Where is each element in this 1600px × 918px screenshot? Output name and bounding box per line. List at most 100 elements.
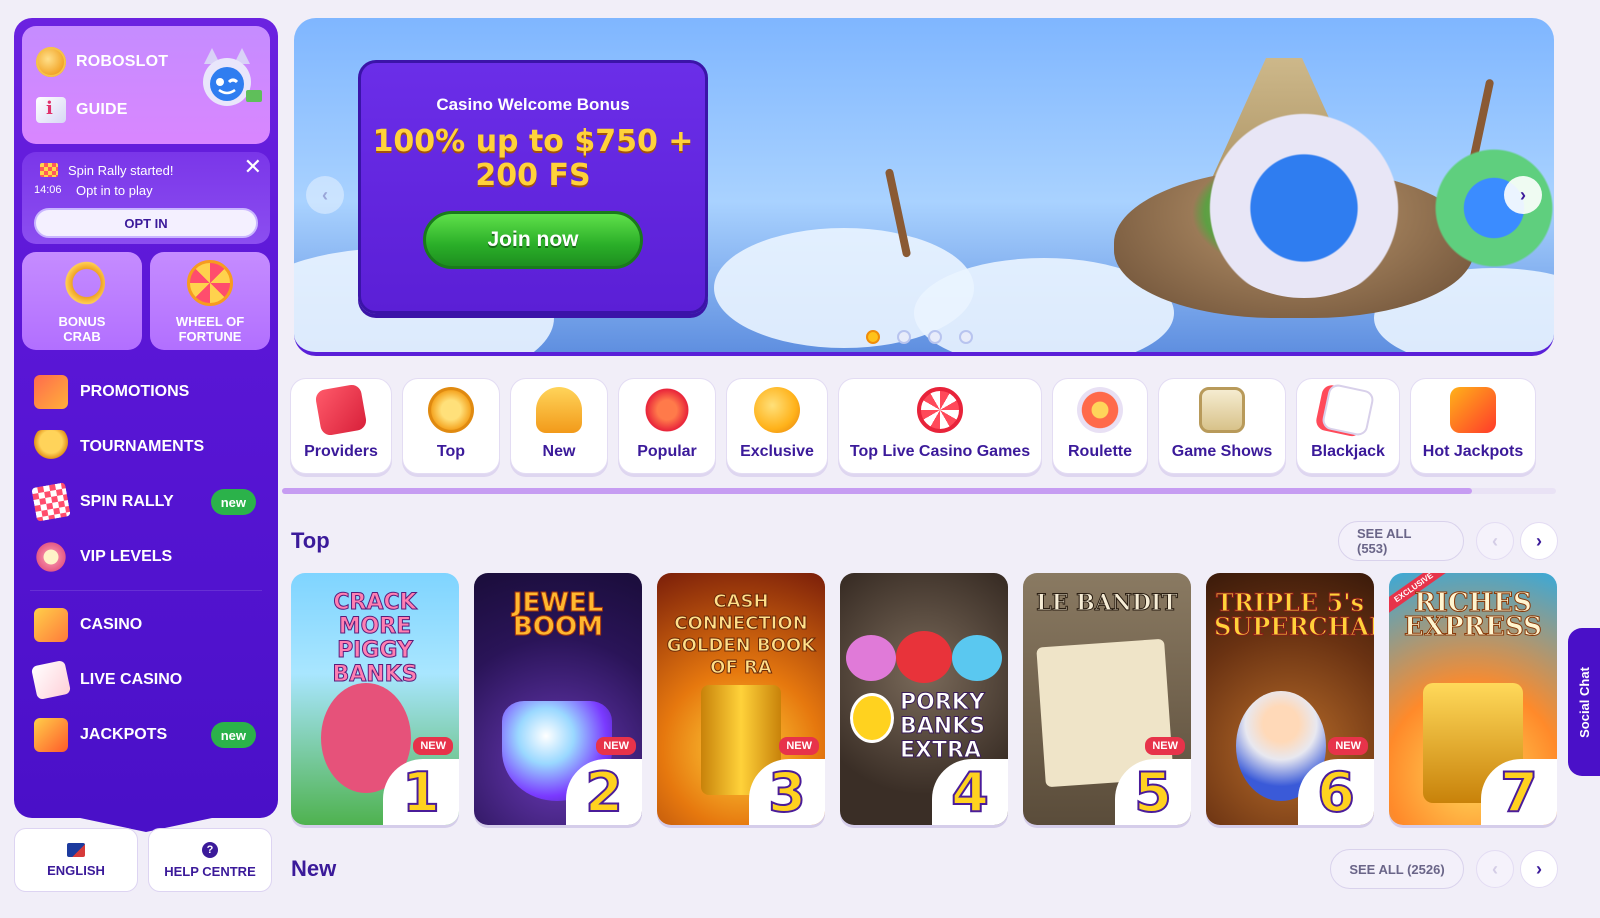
- top-prev-button[interactable]: ‹: [1476, 522, 1514, 560]
- crab-claw-icon: [59, 260, 105, 306]
- game-card[interactable]: CASH CONNECTION GOLDEN BOOK OF RA NEW 3: [657, 573, 825, 825]
- chip-icon: [917, 387, 963, 433]
- cards-icon: [1320, 382, 1376, 438]
- bonus-title-line-1: 100% up to $750 +: [372, 124, 694, 159]
- carousel-dot[interactable]: [928, 330, 942, 344]
- category-scrollbar[interactable]: [282, 488, 1556, 494]
- slot-icon: [1199, 387, 1245, 433]
- pig-art: [846, 635, 896, 681]
- scrollbar-thumb[interactable]: [282, 488, 1472, 494]
- carousel-next-button[interactable]: ›: [1504, 176, 1542, 214]
- see-all-top-button[interactable]: SEE ALL (553): [1338, 521, 1464, 561]
- sidebar-item-live-casino[interactable]: LIVE CASINO: [22, 652, 270, 707]
- category-blackjack[interactable]: Blackjack: [1296, 378, 1400, 474]
- category-tabs: Providers Top New Popular Exclusive Top …: [290, 378, 1536, 474]
- rally-time: 14:06: [34, 184, 62, 196]
- category-label: Popular: [637, 443, 697, 460]
- game-card[interactable]: CRACK MORE PIGGY BANKS NEW 1: [291, 573, 459, 825]
- seven-icon: [1450, 387, 1496, 433]
- bonus-subtitle: Casino Welcome Bonus: [436, 95, 630, 114]
- wheel-icon: [187, 260, 233, 306]
- top-next-button[interactable]: ›: [1520, 522, 1558, 560]
- game-card[interactable]: LE BANDIT NEW 5: [1023, 573, 1191, 825]
- language-button[interactable]: ENGLISH: [14, 828, 138, 892]
- game-card[interactable]: EXCLUSIVE RICHES EXPRESS 7: [1389, 573, 1557, 825]
- game-card[interactable]: PORKY BANKS EXTRA 4: [840, 573, 1008, 825]
- category-label: Top Live Casino Games: [849, 443, 1031, 460]
- category-label: Exclusive: [740, 443, 814, 460]
- category-game-shows[interactable]: Game Shows: [1158, 378, 1286, 474]
- carousel-prev-button[interactable]: ‹: [306, 176, 344, 214]
- rally-message: Spin Rally started!: [68, 162, 174, 178]
- sidebar-item-promotions[interactable]: PROMOTIONS: [22, 364, 270, 419]
- wheel-label-1: WHEEL OF: [175, 314, 245, 329]
- guide-icon: [36, 97, 66, 123]
- social-chat-tab[interactable]: Social Chat: [1568, 628, 1600, 776]
- sidebar-item-label: TOURNAMENTS: [80, 437, 205, 455]
- sidebar-item-label: JACKPOTS: [80, 725, 168, 743]
- bonus-title: 100% up to $750 + 200 FS: [373, 125, 694, 193]
- section-title-new: New: [291, 856, 337, 881]
- category-label: Roulette: [1068, 443, 1132, 460]
- bell-icon: [536, 387, 582, 433]
- game-card[interactable]: TRIPLE 5's SUPERCHARGED NEW 6: [1206, 573, 1374, 825]
- sidebar-item-spin-rally[interactable]: SPIN RALLY new: [22, 474, 270, 529]
- carousel-dot[interactable]: [897, 330, 911, 344]
- see-all-new-button[interactable]: SEE ALL (2526): [1330, 849, 1464, 889]
- category-label: Blackjack: [1311, 443, 1385, 460]
- gem-icon: [754, 387, 800, 433]
- sidebar: ROBOSLOT GUIDE ✕ Spin Rally started! 14:…: [14, 18, 278, 818]
- carousel-dot[interactable]: [866, 330, 880, 344]
- pig-art: [952, 635, 1002, 681]
- rank-number: 4: [932, 759, 1008, 825]
- new-badge: NEW: [413, 737, 453, 755]
- sidebar-item-label: LIVE CASINO: [80, 670, 183, 688]
- sidebar-item-jackpots[interactable]: JACKPOTS new: [22, 707, 270, 762]
- sidebar-item-label: SPIN RALLY: [80, 492, 174, 510]
- trophy-icon: [34, 429, 68, 464]
- category-label: New: [542, 443, 576, 460]
- sidebar-nav: PROMOTIONS TOURNAMENTS SPIN RALLY new VI…: [22, 364, 270, 762]
- pig-art: [896, 631, 952, 683]
- new-next-button[interactable]: ›: [1520, 850, 1558, 888]
- category-exclusive[interactable]: Exclusive: [726, 378, 828, 474]
- category-top-live-casino-games[interactable]: Top Live Casino Games: [838, 378, 1042, 474]
- language-label: ENGLISH: [47, 862, 105, 878]
- category-new[interactable]: New: [510, 378, 608, 474]
- category-label: Top: [436, 443, 466, 460]
- nav-divider: [30, 590, 262, 591]
- game-title: TRIPLE 5's SUPERCHARGED: [1214, 588, 1375, 641]
- slot-machine-icon: [34, 607, 68, 642]
- sidebar-item-tournaments[interactable]: TOURNAMENTS: [22, 419, 270, 474]
- new-prev-button[interactable]: ‹: [1476, 850, 1514, 888]
- help-centre-button[interactable]: ? HELP CENTRE: [148, 828, 272, 892]
- playing-cards-icon: [30, 659, 72, 700]
- robot-mascot-icon: [203, 48, 262, 106]
- category-popular[interactable]: Popular: [618, 378, 716, 474]
- carousel-dot[interactable]: [959, 330, 973, 344]
- category-roulette[interactable]: Roulette: [1052, 378, 1148, 474]
- opt-in-button[interactable]: OPT IN: [34, 208, 258, 238]
- star-fire-icon: [644, 387, 690, 433]
- australia-flag-icon: [67, 842, 85, 857]
- checkered-flag-icon: [40, 163, 58, 177]
- roboslot-label: ROBOSLOT: [76, 53, 169, 70]
- sidebar-item-label: CASINO: [80, 615, 143, 633]
- race-flag-icon: [31, 481, 71, 522]
- sidebar-item-label: PROMOTIONS: [80, 382, 190, 400]
- wheel-of-fortune-tile[interactable]: WHEEL OF FORTUNE: [150, 252, 270, 350]
- bonus-crab-tile[interactable]: BONUS CRAB: [22, 252, 142, 350]
- bonus-crab-label-1: BONUS: [58, 314, 106, 329]
- category-providers[interactable]: Providers: [290, 378, 392, 474]
- game-title: CRACK MORE PIGGY BANKS: [332, 590, 418, 687]
- sidebar-item-casino[interactable]: CASINO: [22, 597, 270, 652]
- category-hot-jackpots[interactable]: Hot Jackpots: [1410, 378, 1536, 474]
- sidebar-item-vip-levels[interactable]: VIP LEVELS: [22, 529, 270, 584]
- promo-banner-carousel: Casino Welcome Bonus 100% up to $750 + 2…: [294, 18, 1554, 356]
- join-now-button[interactable]: Join now: [423, 211, 643, 269]
- new-badge: NEW: [596, 737, 636, 755]
- number-three-art: [850, 693, 894, 743]
- game-card[interactable]: JEWEL BOOM NEW 2: [474, 573, 642, 825]
- category-top[interactable]: Top: [402, 378, 500, 474]
- close-icon[interactable]: ✕: [244, 156, 262, 178]
